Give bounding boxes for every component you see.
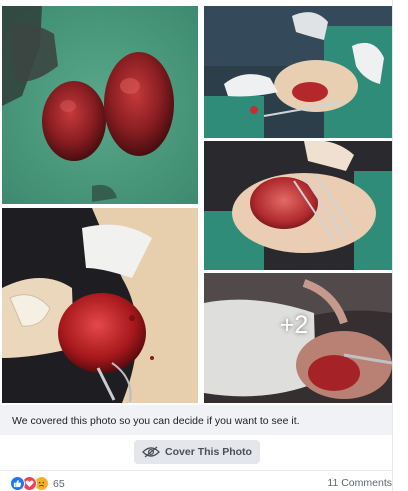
photo-2-image xyxy=(204,6,392,138)
comments-link[interactable]: 11 Comments xyxy=(327,477,392,489)
more-photos-overlay: +2 xyxy=(204,273,392,403)
photo-grid: +2 xyxy=(0,0,408,405)
sensitive-content-notice-text: We covered this photo so you can decide … xyxy=(12,415,300,427)
photo-tile-3[interactable] xyxy=(2,208,198,403)
photo-4-image xyxy=(204,141,392,270)
reaction-count: 65 xyxy=(53,477,65,490)
cover-photo-row: Cover This Photo xyxy=(0,435,392,468)
cover-this-photo-button[interactable]: Cover This Photo xyxy=(134,440,260,464)
right-edge-border xyxy=(392,0,408,491)
post-footer: 65 11 Comments xyxy=(0,470,392,491)
eye-slash-icon xyxy=(142,446,160,458)
feed-post: +2 We covered this photo so you can deci… xyxy=(0,0,408,491)
more-photos-count: +2 xyxy=(279,310,309,339)
like-reaction-icon xyxy=(10,476,25,491)
cover-this-photo-label: Cover This Photo xyxy=(165,446,252,458)
photo-tile-2[interactable] xyxy=(204,6,392,138)
photo-tile-1[interactable] xyxy=(2,6,198,204)
reactions-summary[interactable]: 65 xyxy=(10,476,65,491)
photo-tile-4[interactable] xyxy=(204,141,392,270)
photo-3-image xyxy=(2,208,198,403)
photo-1-image xyxy=(2,6,198,204)
photo-tile-5-more[interactable]: +2 xyxy=(204,273,392,403)
sensitive-content-notice: We covered this photo so you can decide … xyxy=(0,405,392,435)
